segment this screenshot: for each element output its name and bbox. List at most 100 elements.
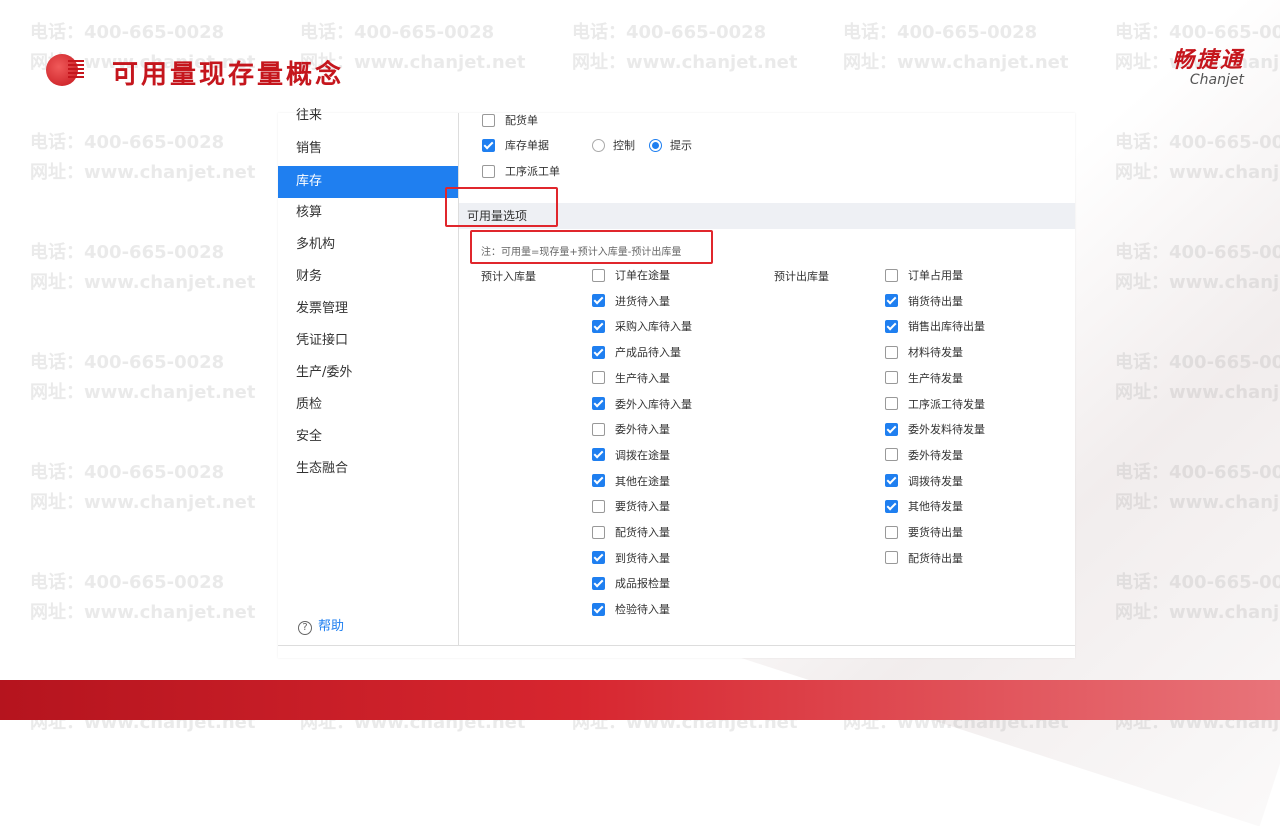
radio-kongzhi[interactable]: 控制 — [592, 138, 635, 154]
brand-name-cn: 畅捷通 — [1171, 48, 1244, 73]
inbound-checkbox[interactable] — [592, 551, 605, 565]
sidebar-item-pingzheng[interactable]: 凭证接口 — [278, 325, 458, 357]
inbound-group-label: 预计入库量 — [481, 270, 536, 283]
sidebar-item-hesuan[interactable]: 核算 — [278, 197, 458, 229]
outbound-option-label: 订单占用量 — [908, 269, 963, 282]
highlight-box-section — [445, 187, 558, 227]
inbound-checkbox[interactable] — [592, 474, 605, 488]
inbound-checkbox[interactable] — [592, 294, 605, 308]
inbound-option[interactable]: 产成品待入量 — [592, 345, 681, 361]
inbound-checkbox[interactable] — [592, 525, 605, 539]
outbound-checkbox[interactable] — [885, 474, 898, 488]
radio-tishi[interactable]: 提示 — [649, 138, 692, 154]
inbound-option[interactable]: 调拨在途量 — [592, 448, 670, 464]
watermark-text: 电话：400-665-0028网址：www.chanjet.net — [30, 352, 256, 403]
inbound-checkbox[interactable] — [592, 345, 605, 359]
option-kucun-danju[interactable]: 库存单据 — [482, 138, 549, 154]
outbound-option[interactable]: 要货待出量 — [885, 525, 963, 541]
inbound-option[interactable]: 委外待入量 — [592, 422, 670, 438]
outbound-checkbox[interactable] — [885, 448, 898, 462]
outbound-checkbox[interactable] — [885, 268, 898, 282]
radio-kongzhi-button[interactable] — [592, 138, 605, 152]
outbound-option[interactable]: 材料待发量 — [885, 345, 963, 361]
inbound-option-label: 成品报检量 — [615, 577, 670, 591]
outbound-option[interactable]: 生产待发量 — [885, 371, 963, 387]
option-peihuo-label: 配货单 — [505, 114, 538, 127]
outbound-option[interactable]: 工序派工待发量 — [885, 397, 985, 413]
outbound-option[interactable]: 订单占用量 — [885, 268, 963, 284]
inbound-option[interactable]: 订单在途量 — [592, 268, 670, 284]
outbound-option[interactable]: 销售出库待出量 — [885, 319, 985, 335]
outbound-option[interactable]: 调拨待发量 — [885, 474, 963, 490]
outbound-checkbox[interactable] — [885, 371, 898, 385]
inbound-option[interactable]: 进货待入量 — [592, 294, 670, 310]
inbound-option-label: 进货待入量 — [615, 294, 670, 308]
inbound-option-label: 订单在途量 — [615, 269, 670, 282]
inbound-checkbox[interactable] — [592, 268, 605, 282]
outbound-option[interactable]: 委外待发量 — [885, 448, 963, 464]
sidebar-item-caiwu[interactable]: 财务 — [278, 261, 458, 293]
inbound-option-label: 配货待入量 — [615, 526, 670, 539]
inbound-option-label: 产成品待入量 — [615, 346, 681, 360]
checkbox-gongxu[interactable] — [482, 164, 495, 178]
option-gongxu[interactable]: 工序派工单 — [482, 164, 560, 180]
watermark-text: 电话：400-665-0028网址：www.chanjet.net — [30, 242, 256, 293]
inbound-option[interactable]: 其他在途量 — [592, 474, 670, 490]
outbound-checkbox[interactable] — [885, 551, 898, 565]
sidebar-item-shengtai[interactable]: 生态融合 — [278, 453, 458, 485]
inbound-option[interactable]: 成品报检量 — [592, 576, 670, 592]
panel-divider — [278, 645, 1075, 646]
inbound-checkbox[interactable] — [592, 602, 605, 616]
sidebar-item-wanglai[interactable]: 往来 — [278, 103, 458, 129]
checkbox-peihuo[interactable] — [482, 113, 495, 127]
inbound-checkbox[interactable] — [592, 499, 605, 513]
inbound-option[interactable]: 委外入库待入量 — [592, 397, 692, 413]
outbound-option[interactable]: 其他待发量 — [885, 499, 963, 515]
sidebar-item-anquan[interactable]: 安全 — [278, 421, 458, 453]
inbound-option[interactable]: 检验待入量 — [592, 602, 670, 618]
inbound-checkbox[interactable] — [592, 448, 605, 462]
outbound-option[interactable]: 委外发料待发量 — [885, 422, 985, 438]
inbound-option[interactable]: 生产待入量 — [592, 371, 670, 387]
outbound-checkbox[interactable] — [885, 294, 898, 308]
help-label: 帮助 — [318, 619, 345, 634]
outbound-checkbox[interactable] — [885, 345, 898, 359]
inbound-option[interactable]: 配货待入量 — [592, 525, 670, 541]
outbound-option-label: 工序派工待发量 — [908, 397, 985, 411]
watermark-text: 电话：400-665-0028网址：www.chanjet.net — [30, 462, 256, 513]
outbound-checkbox[interactable] — [885, 499, 898, 513]
outbound-checkbox[interactable] — [885, 525, 898, 539]
sidebar-item-duojigou[interactable]: 多机构 — [278, 229, 458, 261]
radio-tishi-button[interactable] — [649, 138, 662, 152]
outbound-option[interactable]: 配货待出量 — [885, 551, 963, 567]
outbound-checkbox[interactable] — [885, 397, 898, 410]
inbound-checkbox[interactable] — [592, 397, 605, 410]
checkbox-kucun-danju[interactable] — [482, 138, 495, 152]
help-link[interactable]: ? 帮助 — [298, 615, 344, 635]
sidebar-item-shengchan[interactable]: 生产/委外 — [278, 357, 458, 389]
outbound-checkbox[interactable] — [885, 422, 898, 436]
settings-window: 往来 销售 库存 核算 多机构 财务 发票管理 凭证接口 生产/委外 质检 安全… — [278, 108, 1075, 658]
highlight-box-note — [470, 230, 713, 264]
inbound-option[interactable]: 要货待入量 — [592, 499, 670, 515]
inbound-option[interactable]: 到货待入量 — [592, 551, 670, 567]
sidebar-item-fapiao[interactable]: 发票管理 — [278, 293, 458, 325]
sidebar-item-kucun[interactable]: 库存 — [278, 166, 458, 198]
inbound-option[interactable]: 采购入库待入量 — [592, 319, 692, 335]
watermark-text: 电话：400-665-0028网址：www.chanjet.net — [30, 572, 256, 623]
inbound-checkbox[interactable] — [592, 576, 605, 590]
outbound-option-label: 要货待出量 — [908, 526, 963, 539]
option-peihuo[interactable]: 配货单 — [482, 113, 538, 129]
inbound-checkbox[interactable] — [592, 422, 605, 436]
outbound-option-label: 销货待出量 — [908, 294, 963, 308]
inbound-option-label: 其他在途量 — [615, 474, 670, 488]
inbound-option-label: 采购入库待入量 — [615, 320, 692, 334]
outbound-group-label: 预计出库量 — [774, 270, 829, 283]
outbound-checkbox[interactable] — [885, 319, 898, 333]
inbound-option-label: 到货待入量 — [615, 551, 670, 565]
inbound-checkbox[interactable] — [592, 319, 605, 333]
sidebar-item-xiaoshou[interactable]: 销售 — [278, 133, 458, 165]
outbound-option[interactable]: 销货待出量 — [885, 294, 963, 310]
sidebar-item-zhijian[interactable]: 质检 — [278, 389, 458, 421]
inbound-checkbox[interactable] — [592, 371, 605, 385]
